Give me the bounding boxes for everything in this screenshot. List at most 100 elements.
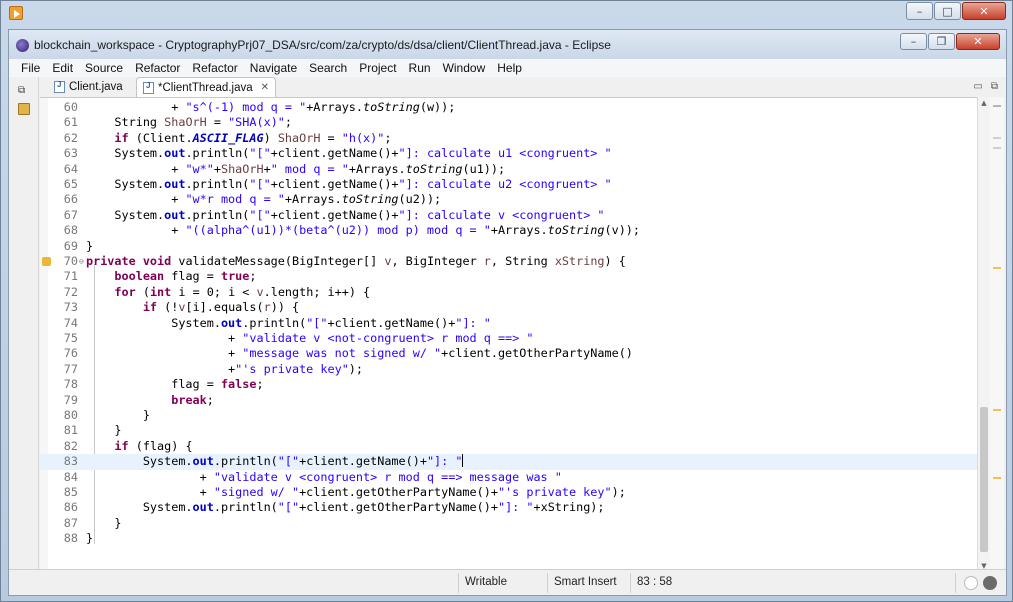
code-editor[interactable]: 60 + "s^(-1) mod q = "+Arrays.toString(w…	[40, 97, 977, 572]
code-line[interactable]: 86 System.out.println("["+client.getOthe…	[40, 500, 977, 515]
tab-clientthread-java[interactable]: *ClientThread.java ✕	[136, 77, 276, 97]
code-line[interactable]: 76 + "message was not signed w/ "+client…	[40, 346, 977, 361]
code-line[interactable]: 84 + "validate v <congruent> r mod q ==>…	[40, 470, 977, 485]
code-token: .println(	[185, 146, 250, 161]
code-line[interactable]: 73 if (!v[i].equals(r)) {	[40, 300, 977, 315]
eclipse-minimize-button[interactable]: –	[900, 33, 927, 50]
code-line[interactable]: 74 System.out.println("["+client.getName…	[40, 316, 977, 331]
code-token: (v));	[604, 223, 641, 238]
code-line[interactable]: 60 + "s^(-1) mod q = "+Arrays.toString(w…	[40, 100, 977, 115]
code-token: , String	[490, 254, 555, 268]
code-line[interactable]: 64 + "w*"+ShaOrH+" mod q = "+Arrays.toSt…	[40, 162, 977, 177]
code-line[interactable]: 85 + "signed w/ "+client.getOtherPartyNa…	[40, 485, 977, 500]
code-token: xString	[554, 254, 605, 268]
line-number: 77	[63, 361, 78, 376]
code-line[interactable]: 87 }	[40, 516, 977, 531]
overview-mark[interactable]	[993, 267, 1001, 269]
maximize-button[interactable]: □	[934, 2, 961, 20]
code-line[interactable]: 66 + "w*r mod q = "+Arrays.toString(u2))…	[40, 192, 977, 207]
line-number: 70	[63, 254, 78, 268]
code-token: " mod q = "	[270, 161, 349, 176]
code-text: + "w*"+ShaOrH+" mod q = "+Arrays.toStrin…	[86, 162, 505, 177]
code-text: + "message was not signed w/ "+client.ge…	[86, 346, 633, 361]
code-text: String ShaOrH = "SHA(x)";	[86, 115, 292, 130]
code-line[interactable]: 67 System.out.println("["+client.getName…	[40, 208, 977, 223]
status-divider	[630, 573, 631, 593]
vertical-scrollbar[interactable]: ▲ ▼	[977, 97, 990, 572]
menu-item-run[interactable]: Run	[403, 61, 437, 75]
code-line[interactable]: 88}	[40, 531, 977, 546]
package-explorer-icon[interactable]	[18, 103, 30, 115]
title-bar[interactable]: blockchain_workspace - CryptographyPrj07…	[9, 30, 1006, 59]
code-token: v	[256, 284, 264, 299]
minimize-button[interactable]: –	[906, 2, 933, 20]
code-line[interactable]: 68 + "((alpha^(u1))*(beta^(u2)) mod p) m…	[40, 223, 977, 238]
code-line[interactable]: 83 System.out.println("["+client.getName…	[40, 454, 977, 470]
code-token: +client.getName()+	[327, 315, 456, 330]
eclipse-close-button[interactable]: ✕	[956, 33, 1000, 50]
code-token: out	[164, 177, 186, 191]
close-tab-icon[interactable]: ✕	[261, 82, 269, 93]
menu-item-refactor[interactable]: Refactor	[186, 61, 243, 75]
code-line[interactable]: 62 if (Client.ASCII_FLAG) ShaOrH = "h(x)…	[40, 131, 977, 146]
code-token: (Client.	[128, 130, 193, 145]
overview-mark[interactable]	[993, 137, 1001, 139]
overview-mark[interactable]	[993, 105, 1001, 107]
menu-item-window[interactable]: Window	[437, 61, 492, 75]
code-line[interactable]: 75 + "validate v <not-congruent> r mod q…	[40, 331, 977, 346]
code-line[interactable]: 63 System.out.println("["+client.getName…	[40, 146, 977, 161]
code-token: +xString);	[533, 500, 605, 515]
overview-mark[interactable]	[993, 477, 1001, 479]
code-line[interactable]: 78 flag = false;	[40, 377, 977, 392]
scroll-thumb[interactable]	[980, 407, 988, 552]
warning-marker-icon[interactable]	[42, 257, 51, 266]
menu-item-search[interactable]: Search	[303, 61, 353, 75]
code-line[interactable]: 72 for (int i = 0; i < v.length; i++) {	[40, 285, 977, 300]
code-text: private void validateMessage(BigInteger[…	[86, 254, 626, 269]
code-token: toString	[341, 192, 399, 207]
code-token: +Arrays.	[284, 192, 342, 207]
code-line[interactable]: 81 }	[40, 423, 977, 438]
menu-item-edit[interactable]: Edit	[46, 61, 79, 75]
code-token: +client.getName()+	[299, 454, 427, 469]
tab-client-java[interactable]: Client.java	[48, 77, 129, 97]
code-line[interactable]: 79 break;	[40, 393, 977, 408]
code-token: }	[86, 515, 122, 530]
code-line[interactable]: 77 +"'s private key");	[40, 362, 977, 377]
recorder-icon	[9, 6, 23, 20]
menu-item-file[interactable]: File	[15, 61, 46, 75]
code-token: +Arrays.	[306, 100, 364, 114]
scroll-up-icon[interactable]: ▲	[980, 99, 988, 107]
eclipse-restore-button[interactable]: ❐	[928, 33, 955, 50]
code-text: System.out.println("["+client.getName()+…	[86, 454, 464, 469]
code-line[interactable]: 65 System.out.println("["+client.getName…	[40, 177, 977, 192]
close-button[interactable]: ✕	[962, 2, 1006, 20]
google-icon[interactable]	[964, 576, 978, 590]
code-line[interactable]: 61 String ShaOrH = "SHA(x)";	[40, 115, 977, 130]
code-token: flag =	[86, 377, 221, 392]
code-token: +	[86, 100, 186, 114]
minimize-view-icon[interactable]: ▭	[973, 81, 982, 92]
maximize-view-icon[interactable]: ⧉	[991, 81, 998, 92]
eclipse-window: blockchain_workspace - CryptographyPrj07…	[8, 29, 1007, 596]
overview-mark[interactable]	[993, 147, 1001, 149]
menu-item-source[interactable]: Source	[79, 61, 129, 75]
code-line[interactable]: 71 boolean flag = true;	[40, 269, 977, 284]
code-line[interactable]: 69}	[40, 239, 977, 254]
menu-item-project[interactable]: Project	[353, 61, 402, 75]
code-line[interactable]: 70 ⊖ private void validateMessage(BigInteg…	[40, 254, 977, 269]
overview-mark[interactable]	[993, 409, 1001, 411]
code-line[interactable]: 80 }	[40, 408, 977, 423]
check-icon[interactable]	[983, 576, 997, 590]
menu-item-navigate[interactable]: Navigate	[244, 61, 303, 75]
line-number: 85	[63, 485, 78, 499]
recorder-window-controls: – □ ✕	[906, 2, 1006, 20]
menu-item-refactor[interactable]: Refactor	[129, 61, 186, 75]
line-number: 80	[63, 408, 78, 422]
restore-view-icon[interactable]: ⧉	[18, 85, 30, 96]
code-token: )) {	[270, 300, 300, 315]
menu-item-help[interactable]: Help	[491, 61, 528, 75]
code-line[interactable]: 82 if (flag) {	[40, 439, 977, 454]
code-token: .println(	[213, 500, 278, 515]
code-text: flag = false;	[86, 377, 263, 392]
